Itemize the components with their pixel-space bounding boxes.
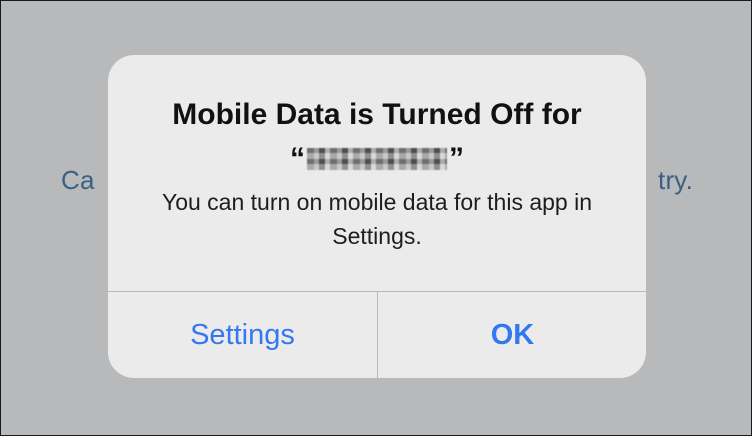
alert-body: Mobile Data is Turned Off for “ ” You ca…	[108, 55, 646, 291]
ok-button[interactable]: OK	[378, 292, 646, 378]
alert-title-app-line: “ ”	[108, 139, 646, 179]
app-name: “ ”	[290, 139, 464, 179]
background-text-left: Ca	[61, 165, 95, 195]
alert-message: You can turn on mobile data for this app…	[161, 189, 593, 249]
alert-dialog: Mobile Data is Turned Off for “ ” You ca…	[108, 55, 646, 378]
alert-title: Mobile Data is Turned Off for	[172, 98, 582, 131]
background-text-right: try.	[658, 165, 693, 195]
screen: Ca try. Mobile Data is Turned Off for “ …	[0, 0, 752, 436]
close-quote: ”	[449, 142, 464, 175]
open-quote: “	[290, 142, 305, 175]
pixelated-app-name	[307, 148, 447, 170]
settings-button[interactable]: Settings	[108, 292, 377, 378]
